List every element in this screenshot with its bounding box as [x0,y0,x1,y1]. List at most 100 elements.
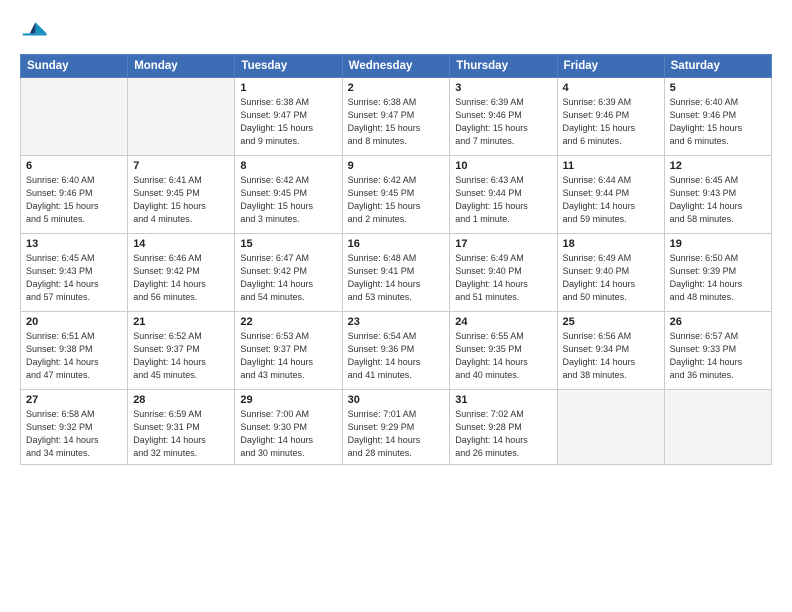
day-info: Sunrise: 6:56 AM Sunset: 9:34 PM Dayligh… [563,330,659,382]
day-number: 20 [26,316,122,328]
day-info: Sunrise: 6:45 AM Sunset: 9:43 PM Dayligh… [670,174,766,226]
day-info: Sunrise: 6:59 AM Sunset: 9:31 PM Dayligh… [133,408,229,460]
day-number: 11 [563,160,659,172]
day-number: 5 [670,82,766,94]
day-number: 9 [348,160,445,172]
day-number: 31 [455,394,551,406]
calendar-cell: 1 Sunrise: 6:38 AM Sunset: 9:47 PM Daylig… [235,78,342,156]
calendar-cell: 28 Sunrise: 6:59 AM Sunset: 9:31 PM Dayli… [128,390,235,465]
day-number: 24 [455,316,551,328]
calendar-cell: 18 Sunrise: 6:49 AM Sunset: 9:40 PM Dayli… [557,234,664,312]
weekday-header-wednesday: Wednesday [342,55,450,78]
weekday-header-row: SundayMondayTuesdayWednesdayThursdayFrid… [21,55,772,78]
day-info: Sunrise: 6:54 AM Sunset: 9:36 PM Dayligh… [348,330,445,382]
day-info: Sunrise: 6:42 AM Sunset: 9:45 PM Dayligh… [240,174,336,226]
day-info: Sunrise: 6:53 AM Sunset: 9:37 PM Dayligh… [240,330,336,382]
calendar-cell [128,78,235,156]
calendar-cell: 5 Sunrise: 6:40 AM Sunset: 9:46 PM Daylig… [664,78,771,156]
weekday-header-saturday: Saturday [664,55,771,78]
calendar-cell: 27 Sunrise: 6:58 AM Sunset: 9:32 PM Dayli… [21,390,128,465]
header [20,18,772,46]
calendar-cell [21,78,128,156]
logo [20,18,52,46]
calendar-cell: 2 Sunrise: 6:38 AM Sunset: 9:47 PM Daylig… [342,78,450,156]
day-number: 28 [133,394,229,406]
day-info: Sunrise: 6:40 AM Sunset: 9:46 PM Dayligh… [26,174,122,226]
day-number: 4 [563,82,659,94]
calendar-cell [557,390,664,465]
weekday-header-thursday: Thursday [450,55,557,78]
calendar-cell: 7Sunrise: 6:41 AM Sunset: 9:45 PM Daylig… [128,156,235,234]
day-info: Sunrise: 6:52 AM Sunset: 9:37 PM Dayligh… [133,330,229,382]
calendar-cell: 8 Sunrise: 6:42 AM Sunset: 9:45 PM Daylig… [235,156,342,234]
day-number: 19 [670,238,766,250]
calendar-week-1: 1 Sunrise: 6:38 AM Sunset: 9:47 PM Daylig… [21,78,772,156]
day-number: 16 [348,238,445,250]
day-number: 17 [455,238,551,250]
day-info: Sunrise: 6:43 AM Sunset: 9:44 PM Dayligh… [455,174,551,226]
calendar-week-2: 6 Sunrise: 6:40 AM Sunset: 9:46 PM Daylig… [21,156,772,234]
day-info: Sunrise: 6:38 AM Sunset: 9:47 PM Dayligh… [240,96,336,148]
weekday-header-friday: Friday [557,55,664,78]
day-info: Sunrise: 6:40 AM Sunset: 9:46 PM Dayligh… [670,96,766,148]
day-info: Sunrise: 6:44 AM Sunset: 9:44 PM Dayligh… [563,174,659,226]
day-number: 8 [240,160,336,172]
day-info: Sunrise: 6:50 AM Sunset: 9:39 PM Dayligh… [670,252,766,304]
logo-icon [20,18,48,46]
day-number: 12 [670,160,766,172]
calendar-cell: 11 Sunrise: 6:44 AM Sunset: 9:44 PM Dayli… [557,156,664,234]
calendar-cell: 12 Sunrise: 6:45 AM Sunset: 9:43 PM Dayli… [664,156,771,234]
day-info: Sunrise: 6:46 AM Sunset: 9:42 PM Dayligh… [133,252,229,304]
calendar-cell: 17 Sunrise: 6:49 AM Sunset: 9:40 PM Dayli… [450,234,557,312]
page: SundayMondayTuesdayWednesdayThursdayFrid… [0,0,792,612]
day-number: 21 [133,316,229,328]
day-info: Sunrise: 6:55 AM Sunset: 9:35 PM Dayligh… [455,330,551,382]
day-info: Sunrise: 6:49 AM Sunset: 9:40 PM Dayligh… [455,252,551,304]
day-number: 25 [563,316,659,328]
calendar-cell: 19 Sunrise: 6:50 AM Sunset: 9:39 PM Dayli… [664,234,771,312]
day-number: 13 [26,238,122,250]
day-number: 14 [133,238,229,250]
day-info: Sunrise: 6:48 AM Sunset: 9:41 PM Dayligh… [348,252,445,304]
calendar-cell: 24 Sunrise: 6:55 AM Sunset: 9:35 PM Dayli… [450,312,557,390]
day-info: Sunrise: 7:00 AM Sunset: 9:30 PM Dayligh… [240,408,336,460]
calendar-cell: 29 Sunrise: 7:00 AM Sunset: 9:30 PM Dayli… [235,390,342,465]
calendar-cell: 10Sunrise: 6:43 AM Sunset: 9:44 PM Dayli… [450,156,557,234]
calendar-cell [664,390,771,465]
day-info: Sunrise: 6:42 AM Sunset: 9:45 PM Dayligh… [348,174,445,226]
day-number: 6 [26,160,122,172]
day-number: 22 [240,316,336,328]
day-info: Sunrise: 6:41 AM Sunset: 9:45 PM Dayligh… [133,174,229,226]
calendar-table: SundayMondayTuesdayWednesdayThursdayFrid… [20,54,772,465]
day-info: Sunrise: 6:58 AM Sunset: 9:32 PM Dayligh… [26,408,122,460]
day-number: 27 [26,394,122,406]
day-info: Sunrise: 6:39 AM Sunset: 9:46 PM Dayligh… [563,96,659,148]
weekday-header-tuesday: Tuesday [235,55,342,78]
day-number: 2 [348,82,445,94]
day-number: 1 [240,82,336,94]
day-number: 15 [240,238,336,250]
calendar-cell: 25 Sunrise: 6:56 AM Sunset: 9:34 PM Dayli… [557,312,664,390]
calendar-week-5: 27 Sunrise: 6:58 AM Sunset: 9:32 PM Dayli… [21,390,772,465]
day-number: 30 [348,394,445,406]
day-info: Sunrise: 6:38 AM Sunset: 9:47 PM Dayligh… [348,96,445,148]
day-number: 29 [240,394,336,406]
calendar-cell: 20 Sunrise: 6:51 AM Sunset: 9:38 PM Dayli… [21,312,128,390]
day-info: Sunrise: 7:02 AM Sunset: 9:28 PM Dayligh… [455,408,551,460]
calendar-cell: 31 Sunrise: 7:02 AM Sunset: 9:28 PM Dayli… [450,390,557,465]
day-info: Sunrise: 6:49 AM Sunset: 9:40 PM Dayligh… [563,252,659,304]
weekday-header-sunday: Sunday [21,55,128,78]
calendar-cell: 23Sunrise: 6:54 AM Sunset: 9:36 PM Dayli… [342,312,450,390]
calendar-cell: 14 Sunrise: 6:46 AM Sunset: 9:42 PM Dayli… [128,234,235,312]
day-number: 26 [670,316,766,328]
day-info: Sunrise: 6:57 AM Sunset: 9:33 PM Dayligh… [670,330,766,382]
calendar-cell: 22 Sunrise: 6:53 AM Sunset: 9:37 PM Dayli… [235,312,342,390]
calendar-cell: 6 Sunrise: 6:40 AM Sunset: 9:46 PM Daylig… [21,156,128,234]
day-info: Sunrise: 6:45 AM Sunset: 9:43 PM Dayligh… [26,252,122,304]
day-info: Sunrise: 6:39 AM Sunset: 9:46 PM Dayligh… [455,96,551,148]
weekday-header-monday: Monday [128,55,235,78]
day-info: Sunrise: 6:51 AM Sunset: 9:38 PM Dayligh… [26,330,122,382]
day-number: 18 [563,238,659,250]
calendar-week-3: 13 Sunrise: 6:45 AM Sunset: 9:43 PM Dayli… [21,234,772,312]
day-info: Sunrise: 6:47 AM Sunset: 9:42 PM Dayligh… [240,252,336,304]
